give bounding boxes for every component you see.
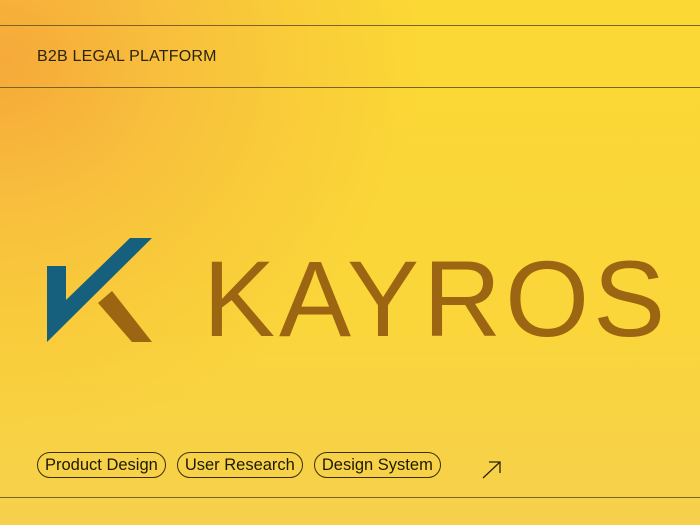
arrow-up-right-icon[interactable]	[481, 460, 503, 480]
logo-brown-stroke	[98, 291, 152, 342]
brand-wordmark: KAYROS	[203, 238, 670, 359]
divider-bottom	[0, 497, 700, 498]
tag-design-system: Design System	[313, 452, 441, 478]
tag-product-design: Product Design	[37, 452, 166, 478]
tag-list: Product Design User Research Design Syst…	[37, 452, 441, 478]
tag-user-research: User Research	[176, 452, 303, 478]
